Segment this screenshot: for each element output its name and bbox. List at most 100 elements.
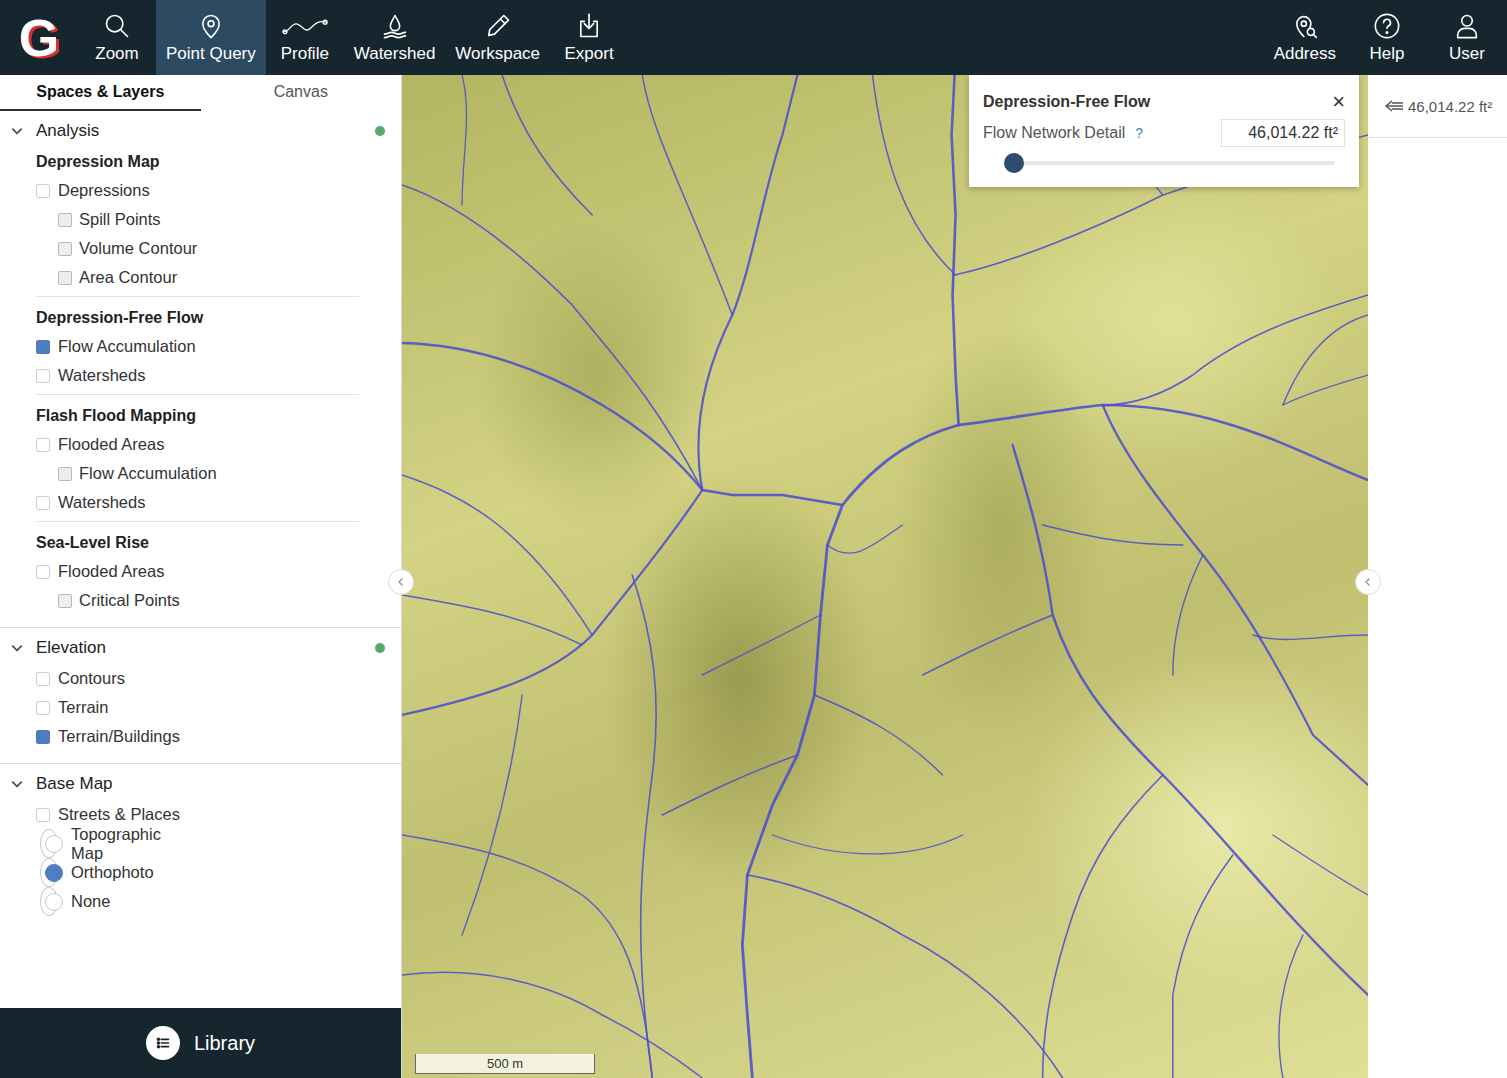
checkbox[interactable]: [36, 672, 50, 686]
layer-item[interactable]: Watersheds: [36, 488, 359, 517]
help-link[interactable]: ?: [1135, 125, 1143, 141]
layer-group: AnalysisDepression MapDepressionsSpill P…: [0, 115, 401, 628]
stream-line: [502, 75, 592, 215]
layer-item[interactable]: Flooded Areas: [36, 557, 359, 586]
layer-item[interactable]: Contours: [36, 664, 359, 693]
zoom-button[interactable]: Zoom: [78, 0, 156, 75]
library-button[interactable]: Library: [0, 1008, 401, 1078]
checkbox[interactable]: [58, 242, 72, 256]
layer-item[interactable]: Spill Points: [36, 205, 359, 234]
point-query-button[interactable]: Point Query: [156, 0, 266, 75]
layer-item[interactable]: None: [40, 887, 58, 916]
stream-line: [1283, 315, 1368, 405]
chevron-left-icon: [395, 576, 407, 588]
checkbox[interactable]: [36, 369, 50, 383]
layer-section: Depression MapDepressionsSpill PointsVol…: [36, 147, 359, 297]
checkbox[interactable]: [36, 730, 50, 744]
user-button[interactable]: User: [1427, 0, 1507, 75]
section-title: Depression-Free Flow: [36, 303, 359, 332]
checkbox[interactable]: [36, 340, 50, 354]
radio-button[interactable]: [45, 893, 63, 911]
flow-arrow-icon: [1384, 99, 1404, 113]
workspace-button[interactable]: Workspace: [445, 0, 550, 75]
workspace: Spaces & LayersCanvas AnalysisDepression …: [0, 75, 1507, 1078]
chevron-down-icon: [10, 124, 24, 138]
close-button[interactable]: ×: [1332, 91, 1345, 113]
profile-button[interactable]: Profile: [266, 0, 344, 75]
chevron-down-icon: [10, 777, 24, 791]
chevron-left-icon: [1362, 576, 1374, 588]
address-button[interactable]: Address: [1263, 0, 1347, 75]
layer-item[interactable]: Flow Accumulation: [36, 332, 359, 361]
checkbox[interactable]: [58, 271, 72, 285]
profile-line-icon: [282, 12, 328, 40]
checkbox[interactable]: [36, 496, 50, 510]
layer-item[interactable]: Volume Contour: [36, 234, 359, 263]
stream-line: [1273, 835, 1368, 895]
group-header[interactable]: Base Map: [0, 768, 401, 800]
layer-section: ContoursTerrainTerrain/Buildings: [36, 664, 359, 755]
stream-line: [814, 695, 942, 775]
magnifier-icon: [103, 12, 131, 40]
stream-line: [742, 425, 958, 1078]
checkbox[interactable]: [36, 565, 50, 579]
detail-input[interactable]: 46,014.22 ft²: [1221, 119, 1345, 147]
help-button[interactable]: Help: [1347, 0, 1427, 75]
radio-button[interactable]: [45, 864, 63, 882]
collapse-right-panel-button[interactable]: [1355, 569, 1381, 595]
stream-line: [632, 575, 656, 1078]
stream-line: [1103, 405, 1368, 785]
collapse-sidebar-button[interactable]: [388, 569, 414, 595]
layer-section: Sea-Level RiseFlooded AreasCritical Poin…: [36, 528, 359, 619]
user-icon: [1453, 12, 1481, 40]
stream-line: [1103, 295, 1368, 405]
stream-line: [923, 615, 1053, 675]
logo[interactable]: G: [0, 0, 78, 75]
sidebar-tab[interactable]: Spaces & Layers: [0, 75, 201, 111]
checkbox[interactable]: [36, 701, 50, 715]
section-title: Sea-Level Rise: [36, 528, 359, 557]
checkbox[interactable]: [36, 184, 50, 198]
layer-item[interactable]: Area Contour: [36, 263, 359, 292]
stream-line: [747, 875, 1062, 1078]
layer-item[interactable]: Orthophoto: [40, 858, 58, 887]
chevron-down-icon: [10, 641, 24, 655]
checkbox[interactable]: [58, 594, 72, 608]
group-header[interactable]: Analysis: [0, 115, 401, 147]
stream-line: [699, 75, 798, 490]
export-button[interactable]: Export: [550, 0, 628, 75]
stream-line: [952, 75, 959, 425]
watershed-button[interactable]: Watershed: [344, 0, 446, 75]
checkbox[interactable]: [58, 213, 72, 227]
stream-line: [402, 490, 702, 715]
stream-line: [772, 835, 962, 854]
layer-item[interactable]: Critical Points: [36, 586, 359, 615]
radio-button[interactable]: [45, 835, 63, 853]
sidebar: Spaces & LayersCanvas AnalysisDepression …: [0, 75, 402, 1078]
checkbox[interactable]: [58, 467, 72, 481]
layer-item[interactable]: Flooded Areas: [36, 430, 359, 459]
layer-item[interactable]: Topographic Map: [40, 829, 58, 858]
layer-item[interactable]: Watersheds: [36, 361, 359, 390]
help-circle-icon: [1373, 12, 1401, 40]
detail-slider[interactable]: [1007, 153, 1335, 173]
stream-line: [462, 75, 466, 205]
stream-line: [1253, 635, 1368, 639]
layer-item[interactable]: Depressions: [36, 176, 359, 205]
top-bar: GZoomPoint QueryProfileWatershedWorkspac…: [0, 0, 1507, 75]
depression-free-flow-popup: Depression-Free Flow×Flow Network Detail…: [969, 75, 1359, 187]
layer-item[interactable]: Terrain/Buildings: [36, 722, 359, 751]
sidebar-tab[interactable]: Canvas: [201, 75, 402, 111]
checkbox[interactable]: [36, 438, 50, 452]
stream-line: [402, 835, 652, 1078]
status-dot: [375, 779, 385, 789]
group-header[interactable]: Elevation: [0, 632, 401, 664]
water-drop-icon: [381, 12, 409, 40]
layer-item[interactable]: Terrain: [36, 693, 359, 722]
map[interactable]: Depression-Free Flow×Flow Network Detail…: [402, 75, 1368, 1078]
stream-line: [1279, 935, 1303, 1078]
slider-knob[interactable]: [1004, 153, 1024, 173]
layer-item[interactable]: Flow Accumulation: [36, 459, 359, 488]
checkbox[interactable]: [36, 808, 50, 822]
sidebar-tabs: Spaces & LayersCanvas: [0, 75, 401, 111]
